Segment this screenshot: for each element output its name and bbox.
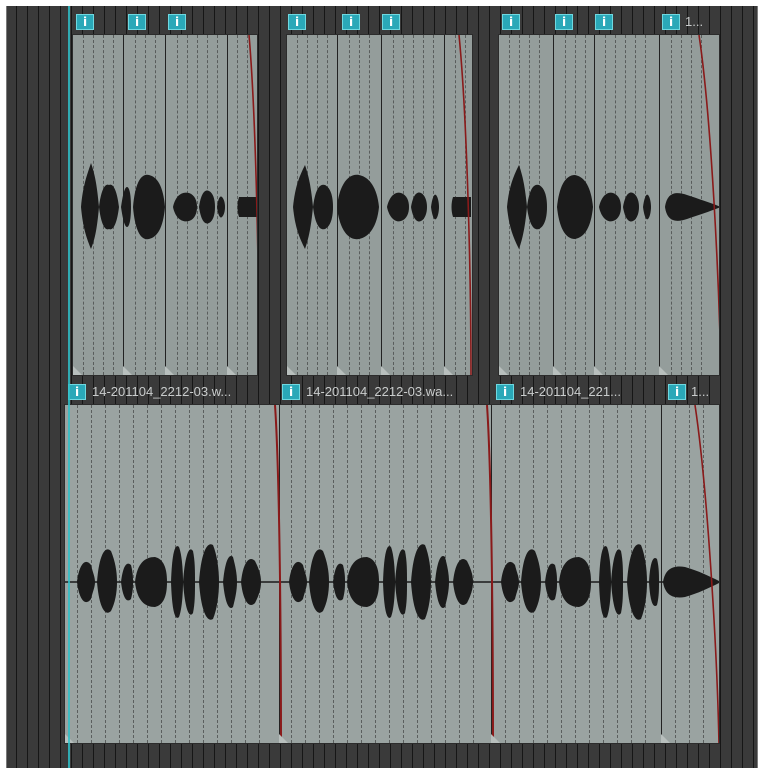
marker-icon[interactable]: i — [662, 14, 680, 30]
marker-icon[interactable]: i — [128, 14, 146, 30]
marker-icon[interactable]: i — [76, 14, 94, 30]
marker-icon[interactable]: i — [342, 14, 360, 30]
marker-icon[interactable]: i — [555, 14, 573, 30]
marker-icon[interactable]: i — [288, 14, 306, 30]
audio-clip[interactable] — [72, 34, 258, 376]
waveform — [293, 35, 472, 375]
waveform — [507, 35, 719, 332]
marker-icon[interactable]: i — [68, 384, 86, 400]
clip-label: 1... — [691, 384, 710, 399]
clip-label: 1... — [685, 14, 704, 29]
playhead-cursor[interactable] — [68, 6, 70, 768]
audio-clip[interactable] — [498, 34, 720, 376]
clip-label: 14-201104_221... — [520, 384, 621, 399]
timeline-right-edge — [757, 6, 758, 768]
waveform — [81, 35, 257, 252]
audio-clip[interactable] — [286, 34, 473, 376]
marker-icon[interactable]: i — [168, 14, 186, 30]
timeline-left-edge — [6, 6, 7, 768]
clip-label: 14-201104_2212-03.w... — [92, 384, 232, 399]
marker-icon[interactable]: i — [595, 14, 613, 30]
clip-label: 14-201104_2212-03.wa... — [306, 384, 454, 399]
timeline-area[interactable]: i i i i i i i i i i 1... i 14-201104_221… — [6, 6, 758, 768]
marker-icon[interactable]: i — [282, 384, 300, 400]
marker-icon[interactable]: i — [502, 14, 520, 30]
audio-clip[interactable] — [64, 404, 720, 744]
marker-icon[interactable]: i — [668, 384, 686, 400]
waveform — [65, 405, 719, 743]
marker-icon[interactable]: i — [496, 384, 514, 400]
marker-icon[interactable]: i — [382, 14, 400, 30]
